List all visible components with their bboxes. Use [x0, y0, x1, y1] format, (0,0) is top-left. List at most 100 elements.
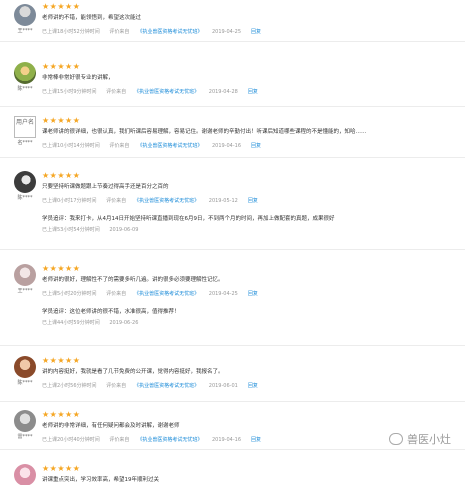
avatar[interactable]: [14, 410, 36, 432]
review-meta: 已上课15小时9分钟时间 评价来自 《执业兽医资格考试无忧班》 2019-04-2…: [42, 89, 457, 96]
avatar[interactable]: [14, 264, 36, 286]
follow-up-text: 学员追评：这位老师讲的很不错，水准很高，值得推荐！: [42, 309, 180, 315]
study-time: 已上课2小时56分钟时间: [42, 383, 97, 389]
star-rating: ★★★★★: [42, 264, 81, 273]
reviewer-name: 王****: [17, 288, 33, 294]
course-link[interactable]: 《执业兽医资格考试无忧班》: [137, 437, 202, 443]
review-meta: 已上课0小时17分钟时间 评价来自 《执业兽医资格考试无忧班》 2019-05-1…: [42, 198, 457, 205]
course-link[interactable]: 《执业兽医资格考试无忧班》: [134, 198, 199, 204]
reply-button[interactable]: 回复: [248, 383, 258, 389]
review-text: 课老师讲的很详细，也很认真，我们听课后容易理解，容易记住。谢谢老师的辛勤付出！听…: [42, 129, 367, 135]
reviewer-name: 陈****: [17, 380, 33, 386]
star-rating: ★★★★★: [42, 464, 81, 473]
watermark-text: 兽医小灶: [407, 433, 451, 446]
course-link[interactable]: 《执业兽医资格考试无忧班》: [134, 383, 199, 389]
study-time: 已上课15小时9分钟时间: [42, 89, 97, 95]
study-time: 已上课44小时59分钟时间: [42, 320, 100, 326]
reviewer-info: [12, 464, 38, 485]
review-item: 陈**** ★★★★★ 只要坚持听课做题跟上节奏过得高手还是百分之百的 已上课0…: [0, 165, 465, 250]
review-text: 非常棒非常好很专业的讲解，: [42, 75, 114, 81]
reviewer-name: 名****: [17, 140, 33, 146]
review-content: ★★★★★ 只要坚持听课做题跟上节奏过得高手还是百分之百的 已上课0小时17分钟…: [42, 171, 457, 234]
avatar[interactable]: [14, 4, 36, 26]
reply-button[interactable]: 回复: [248, 291, 258, 297]
study-time: 已上课5小时20分钟时间: [42, 291, 97, 297]
review-content: ★★★★★ 老师讲的很好，理解性不了的需要多听几遍。讲的很多必须要理解性记忆。 …: [42, 264, 457, 327]
avatar[interactable]: [14, 464, 36, 485]
review-date: 2019-04-28: [208, 89, 238, 95]
review-meta: 已上课10小时14分钟时间 评价来自 《执业兽医资格考试无忧班》 2019-04-…: [42, 143, 457, 150]
follow-up-date: 2019-06-26: [109, 320, 139, 326]
reviewer-info: 雷****: [12, 410, 38, 440]
star-rating: ★★★★★: [42, 116, 81, 125]
source-label: 评价来自: [109, 437, 130, 443]
review-item: 陈**** ★★★★★ 非常棒非常好很专业的讲解， 已上课15小时9分钟时间 评…: [0, 52, 465, 107]
review-date: 2019-04-25: [211, 29, 242, 35]
study-time: 已上课18小时52分钟时间: [42, 29, 100, 35]
follow-up-meta: 已上课44小时59分钟时间 2019-06-26: [42, 320, 457, 327]
review-date: 2019-06-01: [208, 383, 238, 389]
review-date: 2019-04-16: [211, 437, 242, 443]
follow-up-meta: 已上课53小时54分钟时间 2019-06-09: [42, 227, 457, 234]
review-meta: 已上课2小时56分钟时间 评价来自 《执业兽医资格考试无忧班》 2019-06-0…: [42, 383, 457, 390]
source-label: 评价来自: [106, 383, 127, 389]
reply-button[interactable]: 回复: [251, 29, 261, 35]
star-rating: ★★★★★: [42, 410, 81, 419]
review-meta: 已上课5小时20分钟时间 评价来自 《执业兽医资格考试无忧班》 2019-04-2…: [42, 291, 457, 298]
review-date: 2019-04-16: [211, 143, 242, 149]
reviewer-name: 陈****: [17, 195, 33, 201]
source-label: 评价来自: [106, 198, 127, 204]
course-link[interactable]: 《执业兽医资格考试无忧班》: [137, 143, 202, 149]
reviewer-name: 陈****: [17, 86, 33, 92]
watermark: 兽医小灶: [389, 431, 451, 447]
follow-up-review: 学员追评：我来打卡，从4月14日开始坚持听课直播到现在6月9日，不到两个月的时间…: [42, 215, 457, 234]
review-content: ★★★★★ 老师讲的不错，能领悟到，希望这次能过 已上课18小时52分钟时间 评…: [42, 2, 457, 36]
wechat-icon: [389, 433, 403, 445]
source-label: 评价来自: [109, 29, 130, 35]
avatar[interactable]: 用户名: [14, 116, 36, 138]
avatar[interactable]: [14, 171, 36, 193]
study-time: 已上课53小时54分钟时间: [42, 227, 100, 233]
course-link[interactable]: 《执业兽医资格考试无忧班》: [137, 29, 202, 35]
review-date: 2019-05-12: [208, 198, 238, 204]
avatar[interactable]: [14, 62, 36, 84]
reviewer-info: 用户名 名****: [12, 116, 38, 146]
review-content: ★★★★★ 非常棒非常好很专业的讲解， 已上课15小时9分钟时间 评价来自 《执业…: [42, 62, 457, 96]
review-content: ★★★★★ 讲的内容挺好，我就是看了几节免费的公开课，觉得内容挺好，我报名了。 …: [42, 356, 457, 390]
study-time: 已上课10小时14分钟时间: [42, 143, 100, 149]
source-label: 评价来自: [109, 143, 130, 149]
reviewer-info: 陈****: [12, 171, 38, 201]
reply-button[interactable]: 回复: [248, 89, 258, 95]
review-item: 王**** ★★★★★ 老师讲的很好，理解性不了的需要多听几遍。讲的很多必须要理…: [0, 258, 465, 346]
reviewer-name: 王****: [17, 28, 33, 34]
review-item: 陈**** ★★★★★ 讲的内容挺好，我就是看了几节免费的公开课，觉得内容挺好，…: [0, 350, 465, 402]
star-rating: ★★★★★: [42, 356, 81, 365]
review-text: 老师讲的很好，理解性不了的需要多听几遍。讲的很多必须要理解性记忆。: [42, 277, 224, 283]
source-label: 评价来自: [106, 89, 127, 95]
reply-button[interactable]: 回复: [251, 437, 261, 443]
reply-button[interactable]: 回复: [251, 143, 261, 149]
review-meta: 已上课18小时52分钟时间 评价来自 《执业兽医资格考试无忧班》 2019-04-…: [42, 29, 457, 36]
review-content: ★★★★★ 讲课重点突出，学习效率高，希望19年顺利过关: [42, 464, 457, 484]
follow-up-review: 学员追评：这位老师讲的很不错，水准很高，值得推荐！ 已上课44小时59分钟时间 …: [42, 308, 457, 327]
reviewer-info: 陈****: [12, 62, 38, 92]
review-item: 王**** ★★★★★ 老师讲的不错，能领悟到，希望这次能过 已上课18小时52…: [0, 0, 465, 42]
review-text: 讲的内容挺好，我就是看了几节免费的公开课，觉得内容挺好，我报名了。: [42, 369, 224, 375]
reviewer-info: 王****: [12, 264, 38, 294]
review-content: ★★★★★ 课老师讲的很详细，也很认真，我们听课后容易理解，容易记住。谢谢老师的…: [42, 116, 457, 150]
reply-button[interactable]: 回复: [248, 198, 258, 204]
reviewer-info: 王****: [12, 4, 38, 34]
star-rating: ★★★★★: [42, 171, 81, 180]
study-time: 已上课20小时40分钟时间: [42, 437, 100, 443]
follow-up-date: 2019-06-09: [109, 227, 139, 233]
avatar[interactable]: [14, 356, 36, 378]
review-text: 老师讲的不错，能领悟到，希望这次能过: [42, 15, 142, 21]
study-time: 已上课0小时17分钟时间: [42, 198, 97, 204]
course-link[interactable]: 《执业兽医资格考试无忧班》: [134, 291, 199, 297]
review-text: 老师讲的非常详细，有任何疑问都会及时讲解，谢谢老师: [42, 423, 180, 429]
review-item: 用户名 名**** ★★★★★ 课老师讲的很详细，也很认真，我们听课后容易理解，…: [0, 108, 465, 158]
review-item: ★★★★★ 讲课重点突出，学习效率高，希望19年顺利过关: [0, 458, 465, 485]
course-link[interactable]: 《执业兽医资格考试无忧班》: [134, 89, 199, 95]
follow-up-text: 学员追评：我来打卡，从4月14日开始坚持听课直播到现在6月9日，不到两个月的时间…: [42, 216, 335, 222]
reviewer-name: 雷****: [17, 434, 33, 440]
